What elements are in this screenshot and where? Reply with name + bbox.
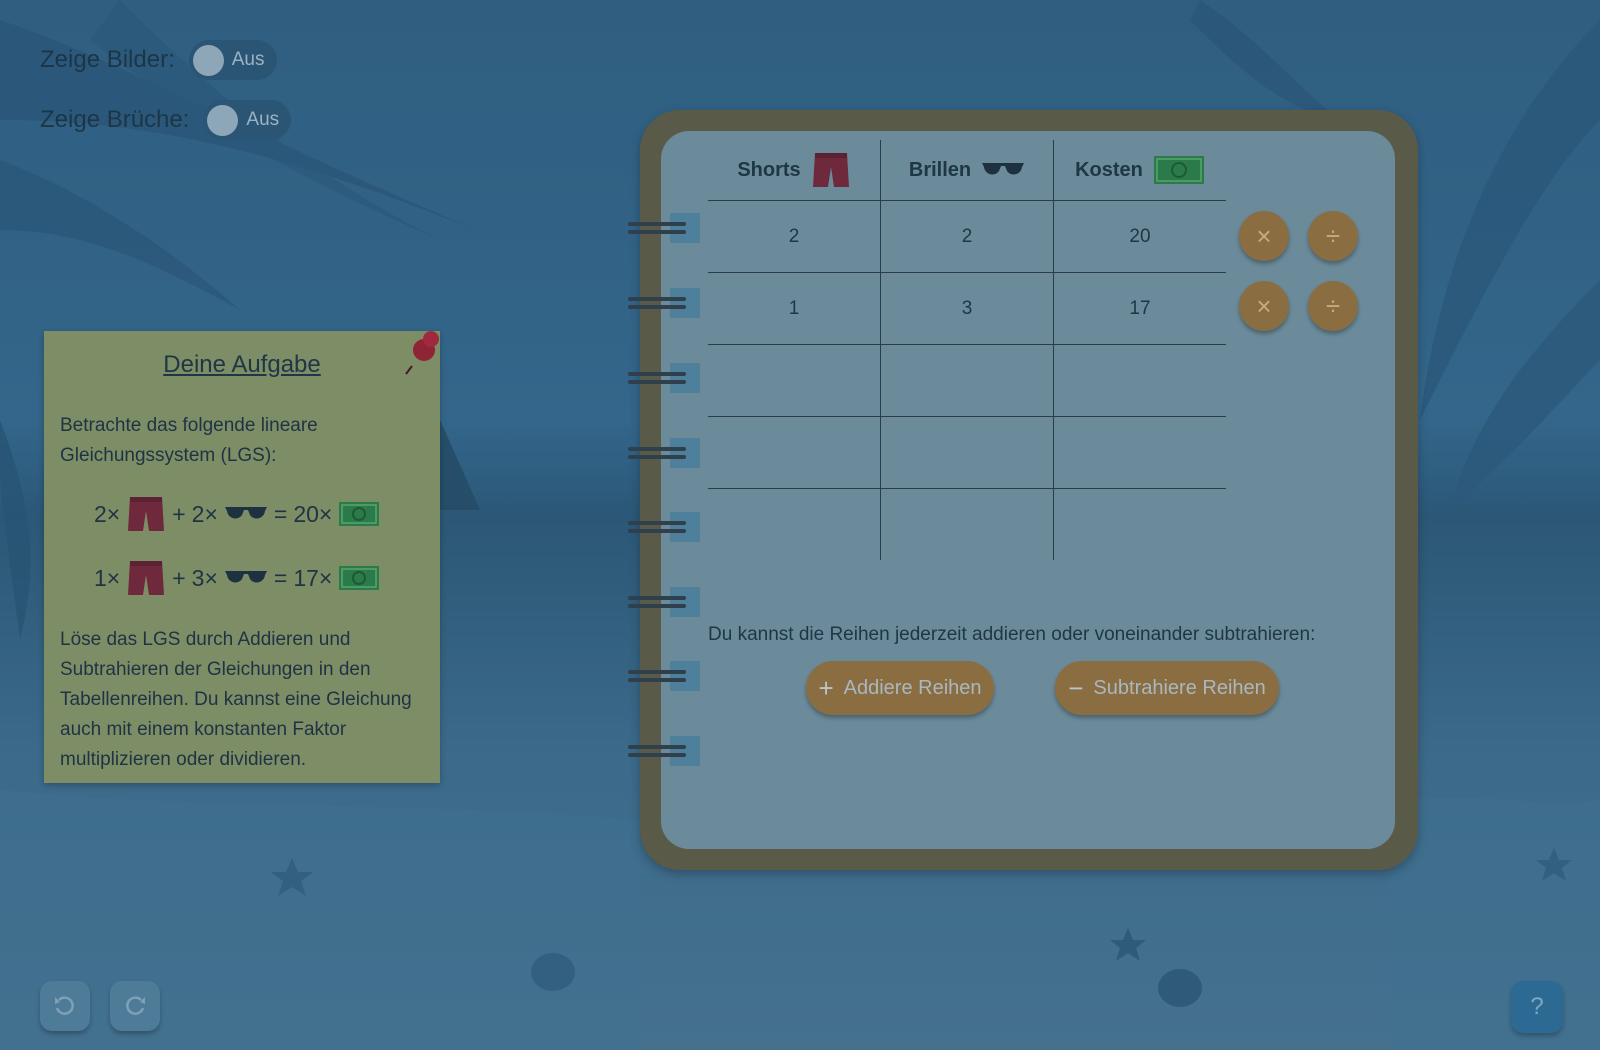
money-icon	[339, 566, 380, 590]
column-header-glasses: Brillen	[880, 140, 1054, 201]
undo-button[interactable]	[40, 981, 90, 1031]
table-cell[interactable]	[708, 488, 881, 560]
coefficient: 3×	[191, 564, 218, 591]
show-fractions-toggle[interactable]: Aus	[203, 100, 292, 140]
table-cell[interactable]: 3	[880, 272, 1054, 345]
table-row: 1 3 17	[708, 272, 1226, 345]
coefficient: 20×	[293, 500, 333, 527]
table-cell[interactable]	[708, 344, 881, 417]
divide-icon: ÷	[1325, 290, 1341, 321]
undo-icon	[55, 996, 74, 1015]
equation-table: Shorts Brillen Kosten 2 2 20 1 3 17	[708, 140, 1226, 560]
coefficient: 2×	[94, 500, 121, 527]
add-rows-button[interactable]: + Addiere Reihen	[806, 661, 994, 715]
money-icon	[339, 502, 380, 526]
table-header-row: Shorts Brillen Kosten	[708, 140, 1226, 201]
column-header-label: Brillen	[908, 158, 972, 181]
money-icon	[1153, 156, 1204, 184]
minus-icon: −	[1068, 672, 1084, 703]
help-icon: ?	[1530, 993, 1544, 1020]
redo-button[interactable]	[110, 981, 160, 1031]
table-cell[interactable]: 2	[708, 200, 881, 273]
table-cell[interactable]: 2	[880, 200, 1054, 273]
sunglasses-icon	[982, 163, 1025, 175]
row-operations-hint: Du kannst die Reihen jederzeit addieren …	[708, 624, 1316, 645]
task-note: Deine Aufgabe Betrachte das folgende lin…	[44, 331, 440, 783]
table-cell[interactable]	[708, 416, 881, 489]
multiply-row-2-button[interactable]: ×	[1239, 281, 1289, 331]
table-cell[interactable]: 1	[708, 272, 881, 345]
column-header-costs: Kosten	[1053, 140, 1226, 201]
binder-ring	[628, 363, 700, 393]
binder-ring	[628, 587, 700, 617]
subtract-rows-label: Subtrahiere Reihen	[1093, 676, 1266, 699]
multiply-icon: ×	[1256, 290, 1272, 321]
coefficient: 17×	[293, 564, 333, 591]
equation-2: 1× + 3× = 17×	[94, 559, 380, 597]
table-row	[708, 488, 1227, 561]
equals-sign: =	[273, 564, 288, 591]
divide-row-1-button[interactable]: ÷	[1308, 211, 1358, 261]
table-cell[interactable]	[880, 344, 1054, 417]
task-title: Deine Aufgabe	[163, 351, 321, 378]
subtract-rows-button[interactable]: − Subtrahiere Reihen	[1055, 661, 1279, 715]
equation-1: 2× + 2× = 20×	[94, 495, 380, 533]
coefficient: 2×	[191, 500, 218, 527]
add-rows-label: Addiere Reihen	[843, 676, 982, 699]
coefficient: 1×	[94, 564, 121, 591]
table-cell[interactable]	[1053, 344, 1226, 417]
divide-row-2-button[interactable]: ÷	[1308, 281, 1358, 331]
sunglasses-icon	[224, 507, 267, 519]
table-cell[interactable]: 17	[1053, 272, 1226, 345]
table-row: 2 2 20	[708, 200, 1226, 273]
binder-ring	[628, 736, 700, 766]
shorts-icon	[812, 153, 849, 187]
column-header-label: Kosten	[1075, 158, 1143, 181]
equals-sign: =	[273, 500, 288, 527]
plus-sign: +	[172, 564, 186, 591]
multiply-row-1-button[interactable]: ×	[1239, 211, 1289, 261]
show-images-toggle[interactable]: Aus	[188, 40, 277, 80]
table-cell[interactable]	[1054, 489, 1227, 561]
multiply-icon: ×	[1256, 220, 1272, 251]
toggle-state: Aus	[246, 109, 280, 130]
shorts-icon	[128, 497, 165, 531]
pushpin-icon	[405, 331, 439, 375]
table-cell[interactable]: 20	[1053, 200, 1226, 273]
help-button[interactable]: ?	[1511, 981, 1563, 1033]
binder-ring	[628, 438, 700, 468]
task-instructions: Löse das LGS durch Addieren und Subtrahi…	[60, 629, 412, 770]
toggle-label-images: Zeige Bilder:	[40, 46, 175, 73]
toggle-knob	[207, 104, 239, 136]
column-header-label: Shorts	[737, 158, 801, 181]
binder-ring	[628, 512, 700, 542]
toggle-knob	[192, 44, 224, 76]
binder-ring	[628, 661, 700, 691]
sunglasses-icon	[224, 571, 267, 583]
toggle-state: Aus	[231, 49, 265, 70]
toggle-row-images: Zeige Bilder: Aus	[40, 40, 277, 80]
table-cell[interactable]	[880, 488, 1054, 560]
table-cell[interactable]	[880, 416, 1054, 489]
binder-ring	[628, 213, 700, 243]
divide-icon: ÷	[1325, 220, 1341, 251]
shorts-icon	[128, 561, 165, 595]
toggle-row-fractions: Zeige Brüche: Aus	[40, 100, 292, 140]
column-header-shorts: Shorts	[708, 140, 881, 201]
table-row	[708, 416, 1226, 489]
task-intro: Betrachte das folgende lineare Gleichung…	[60, 415, 318, 466]
toggle-label-fractions: Zeige Brüche:	[40, 106, 190, 133]
binder-ring	[628, 288, 700, 318]
table-row	[708, 344, 1226, 417]
redo-icon	[126, 996, 145, 1015]
plus-icon: +	[818, 672, 834, 703]
plus-sign: +	[172, 500, 186, 527]
table-cell[interactable]	[1053, 416, 1226, 489]
